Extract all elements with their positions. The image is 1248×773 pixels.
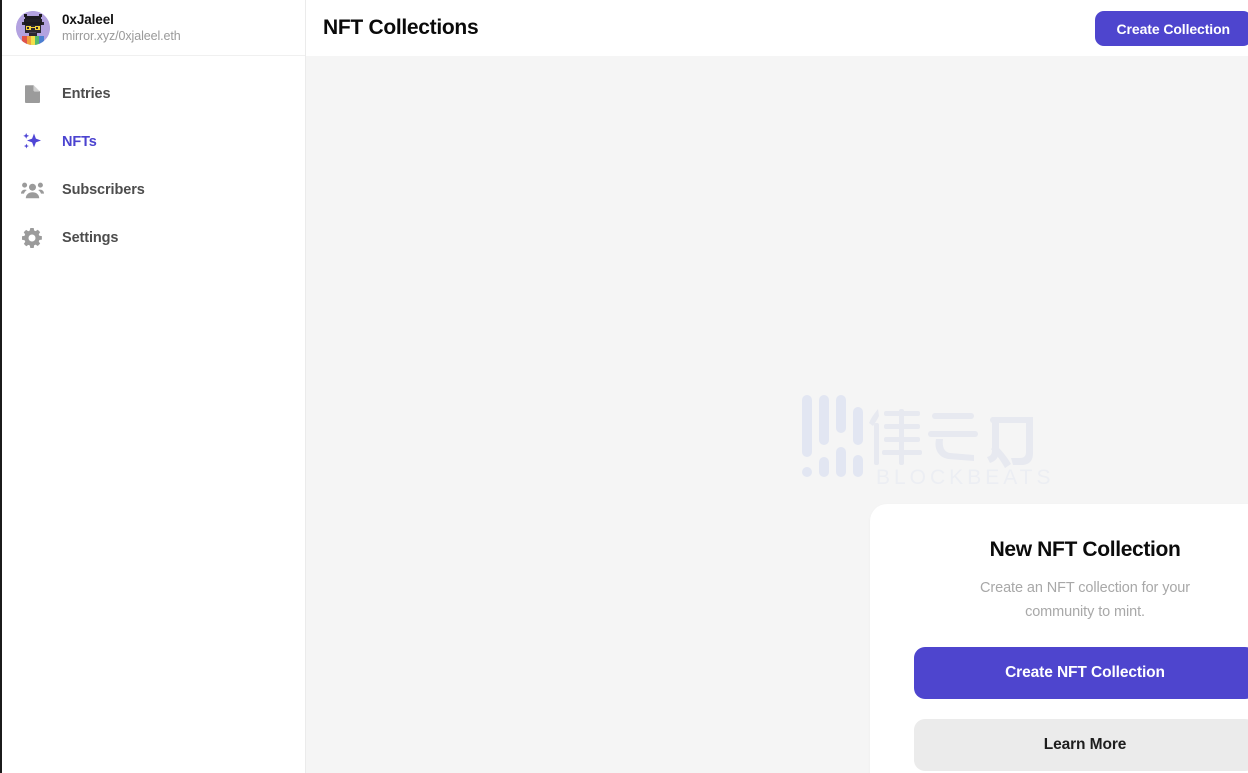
main-area: NFT Collections Create Collection BLOCKB… <box>306 0 1248 773</box>
sidebar-item-label: Settings <box>62 230 119 246</box>
blockbeats-watermark: BLOCKBEATS <box>800 393 1062 489</box>
watermark-brand-cn <box>869 409 1033 468</box>
sidebar-item-label: Entries <box>62 86 111 102</box>
avatar <box>16 10 50 45</box>
profile-handle: mirror.xyz/0xjaleel.eth <box>62 29 181 44</box>
learn-more-button[interactable]: Learn More <box>914 718 1248 771</box>
page-title: NFT Collections <box>323 16 479 39</box>
sidebar-item-label: NFTs <box>62 134 97 150</box>
content-area: BLOCKBEATS New NFT Collection Create an … <box>306 56 1248 773</box>
card-subtitle: Create an NFT collection for your commun… <box>980 580 1190 620</box>
sidebar-item-label: Subscribers <box>62 182 145 198</box>
create-collection-button[interactable]: Create Collection <box>1094 11 1248 46</box>
sidebar-item-entries[interactable]: Entries <box>2 70 305 118</box>
profile-text: 0xJaleel mirror.xyz/0xjaleel.eth <box>62 12 181 44</box>
card-title: New NFT Collection <box>989 538 1181 561</box>
app-root: 0xJaleel mirror.xyz/0xjaleel.eth Entries <box>0 0 1248 773</box>
watermark-brand-en: BLOCKBEATS <box>876 466 1055 489</box>
svg-text:BLOCKBEATS: BLOCKBEATS <box>876 466 1055 489</box>
new-nft-collection-card: New NFT Collection Create an NFT collect… <box>870 504 1248 773</box>
document-icon <box>20 82 44 106</box>
profile-name: 0xJaleel <box>62 11 114 27</box>
create-nft-collection-button[interactable]: Create NFT Collection <box>914 646 1248 699</box>
profile-header[interactable]: 0xJaleel mirror.xyz/0xjaleel.eth <box>2 0 305 56</box>
topbar: NFT Collections Create Collection <box>306 0 1248 56</box>
sparkles-icon <box>20 130 44 154</box>
users-icon <box>20 178 44 202</box>
blockbeats-bars-icon <box>802 395 863 477</box>
sidebar-item-subscribers[interactable]: Subscribers <box>2 166 305 214</box>
sidebar-item-nfts[interactable]: NFTs <box>2 118 305 166</box>
gear-icon <box>20 226 44 250</box>
sidebar-item-settings[interactable]: Settings <box>2 214 305 262</box>
sidebar-nav: Entries NFTs Subscribers Settings <box>2 56 305 262</box>
sidebar: 0xJaleel mirror.xyz/0xjaleel.eth Entries <box>2 0 306 773</box>
